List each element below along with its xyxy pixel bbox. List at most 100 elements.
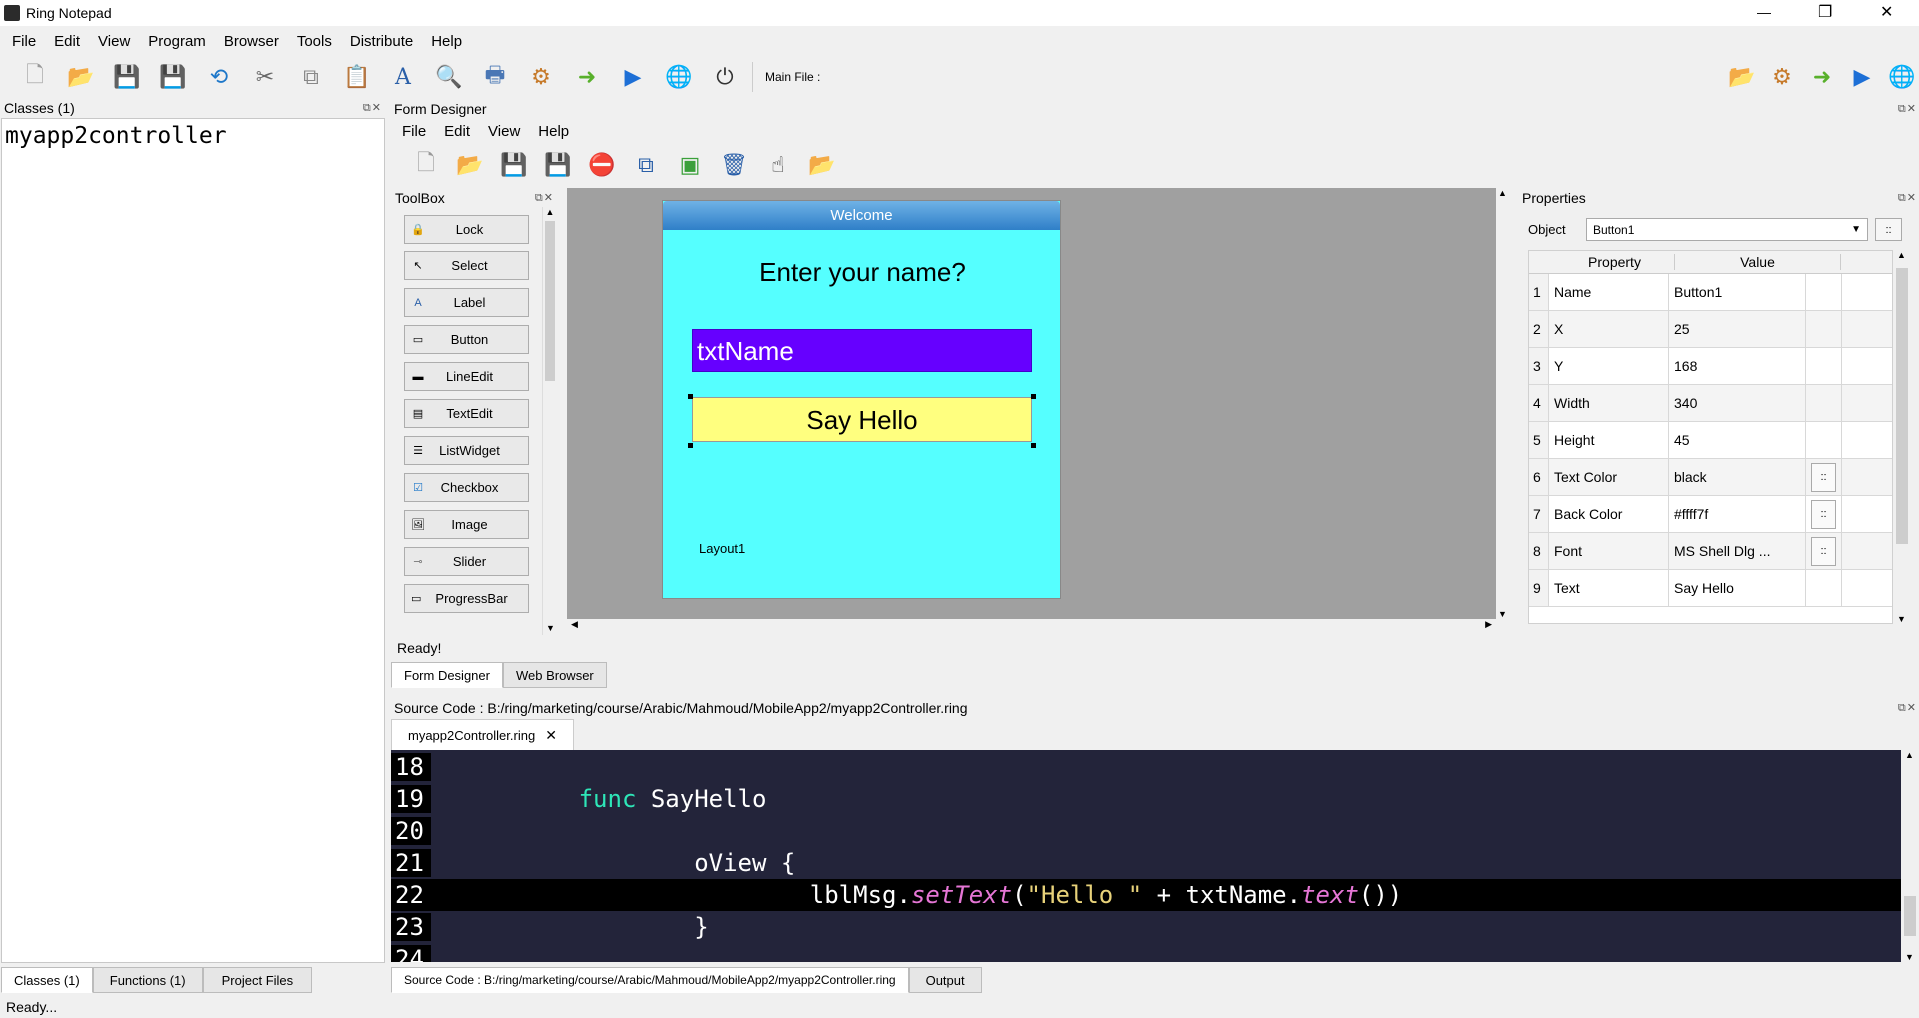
dock-buttons[interactable]: ⧉✕ bbox=[1898, 191, 1917, 205]
code-line[interactable]: 21 oView { bbox=[391, 847, 1901, 879]
menu-file[interactable]: File bbox=[3, 33, 45, 50]
tab-classes[interactable]: Classes (1) bbox=[1, 967, 93, 993]
menu-edit[interactable]: Edit bbox=[45, 33, 89, 50]
code-line[interactable]: 18 bbox=[391, 751, 1901, 783]
tool-label[interactable]: A Label bbox=[404, 288, 529, 317]
resize-handle[interactable] bbox=[1031, 394, 1036, 399]
code-line[interactable]: 20 bbox=[391, 815, 1901, 847]
play-icon[interactable]: ▶ bbox=[1845, 60, 1879, 94]
menu-distribute[interactable]: Distribute bbox=[341, 33, 422, 50]
settings-icon[interactable]: ⚙ bbox=[1765, 60, 1799, 94]
fd-menu-view[interactable]: View bbox=[479, 123, 529, 140]
property-value[interactable]: 45 bbox=[1669, 422, 1806, 458]
stop-icon[interactable]: ⛔ bbox=[585, 148, 619, 182]
copy-icon[interactable]: ⧉ bbox=[294, 60, 328, 94]
web-globe-icon[interactable]: 🌐 bbox=[1885, 60, 1919, 94]
code-line[interactable]: 23 } bbox=[391, 911, 1901, 943]
dock-buttons[interactable]: ⧉✕ bbox=[535, 191, 554, 205]
menu-view[interactable]: View bbox=[89, 33, 139, 50]
tab-functions[interactable]: Functions (1) bbox=[92, 967, 203, 993]
delete-icon[interactable]: 🗑 bbox=[717, 148, 751, 182]
form-window[interactable]: Welcome Enter your name? txtName Say Hel… bbox=[662, 200, 1061, 599]
tool-image[interactable]: 🖼 Image bbox=[404, 510, 529, 539]
save-as-icon[interactable]: 💾 bbox=[156, 60, 190, 94]
code-editor[interactable]: 18 19 func SayHello 20 21 oView {22 lblMsg.… bbox=[391, 750, 1901, 962]
tab-output[interactable]: Output bbox=[908, 967, 982, 993]
property-value[interactable]: 25 bbox=[1669, 311, 1806, 347]
bring-front-icon[interactable]: ▣ bbox=[673, 148, 707, 182]
fd-menu-help[interactable]: Help bbox=[529, 123, 578, 140]
property-value[interactable]: 168 bbox=[1669, 348, 1806, 384]
open-project-icon[interactable]: 📂 bbox=[805, 148, 839, 182]
fd-menu-edit[interactable]: Edit bbox=[435, 123, 479, 140]
layout-label[interactable]: Layout1 bbox=[699, 541, 745, 556]
dock-buttons[interactable]: ⧉✕ bbox=[363, 101, 382, 115]
resize-handle[interactable] bbox=[688, 394, 693, 399]
tool-progressbar[interactable]: ▭ ProgressBar bbox=[404, 584, 529, 613]
settings-icon[interactable]: ⚙ bbox=[524, 60, 558, 94]
close-button[interactable]: ✕ bbox=[1880, 2, 1893, 22]
hand-pointer-icon[interactable]: ☝ bbox=[761, 148, 795, 182]
property-value[interactable]: Button1 bbox=[1669, 274, 1806, 310]
property-picker-button[interactable]: :: bbox=[1811, 536, 1836, 566]
menu-help[interactable]: Help bbox=[422, 33, 471, 50]
form-label[interactable]: Enter your name? bbox=[663, 257, 1062, 288]
property-row[interactable]: 1 Name Button1 bbox=[1529, 274, 1892, 311]
code-line[interactable]: 22 lblMsg.setText("Hello " + txtName.tex… bbox=[391, 879, 1901, 911]
property-row[interactable]: 3 Y 168 bbox=[1529, 348, 1892, 385]
duplicate-icon[interactable]: ⧉ bbox=[629, 148, 663, 182]
property-value[interactable]: 340 bbox=[1669, 385, 1806, 421]
web-globe-icon[interactable]: 🌐 bbox=[662, 60, 696, 94]
object-combobox[interactable]: Button1 ▼ bbox=[1586, 218, 1868, 241]
property-row[interactable]: 8 Font MS Shell Dlg ...:: bbox=[1529, 533, 1892, 570]
property-value[interactable]: #ffff7f bbox=[1669, 496, 1806, 532]
find-icon[interactable]: 🔍 bbox=[432, 60, 466, 94]
tool-textedit[interactable]: ▤ TextEdit bbox=[404, 399, 529, 428]
tab-form-designer[interactable]: Form Designer bbox=[391, 662, 503, 688]
code-line[interactable]: 19 func SayHello bbox=[391, 783, 1901, 815]
paste-icon[interactable]: 📋 bbox=[340, 60, 374, 94]
maximize-button[interactable]: ❐ bbox=[1818, 2, 1832, 22]
property-value[interactable]: black bbox=[1669, 459, 1806, 495]
minimize-button[interactable]: — bbox=[1757, 4, 1771, 20]
close-tab-icon[interactable]: ✕ bbox=[545, 727, 557, 744]
form-textbox[interactable]: txtName bbox=[692, 329, 1032, 372]
tool-lock[interactable]: 🔒 Lock bbox=[404, 215, 529, 244]
resize-handle[interactable] bbox=[688, 443, 693, 448]
new-file-icon[interactable]: 🗋 bbox=[18, 60, 52, 94]
tool-slider[interactable]: ⊸ Slider bbox=[404, 547, 529, 576]
tool-select[interactable]: ↖ Select bbox=[404, 251, 529, 280]
property-row[interactable]: 9 Text Say Hello bbox=[1529, 570, 1892, 607]
canvas-hscrollbar[interactable]: ◀ ▶ bbox=[567, 619, 1496, 633]
open-form-icon[interactable]: 📂 bbox=[453, 148, 487, 182]
property-row[interactable]: 5 Height 45 bbox=[1529, 422, 1892, 459]
fd-menu-file[interactable]: File bbox=[393, 123, 435, 140]
font-icon[interactable]: A bbox=[386, 60, 420, 94]
power-icon[interactable]: ⏻ bbox=[708, 60, 742, 94]
code-line[interactable]: 24 bbox=[391, 943, 1901, 962]
open-folder-icon[interactable]: 📂 bbox=[64, 60, 98, 94]
resize-handle[interactable] bbox=[1031, 443, 1036, 448]
save-form-as-icon[interactable]: 💾 bbox=[541, 148, 575, 182]
tool-checkbox[interactable]: ☑ Checkbox bbox=[404, 473, 529, 502]
run-arrow-icon[interactable]: ➜ bbox=[1805, 60, 1839, 94]
tool-listwidget[interactable]: ☰ ListWidget bbox=[404, 436, 529, 465]
save-form-icon[interactable]: 💾 bbox=[497, 148, 531, 182]
run-arrow-icon[interactable]: ➜ bbox=[570, 60, 604, 94]
dock-buttons[interactable]: ⧉✕ bbox=[1898, 701, 1917, 715]
tab-project-files[interactable]: Project Files bbox=[202, 967, 313, 993]
property-row[interactable]: 7 Back Color #ffff7f:: bbox=[1529, 496, 1892, 533]
cut-icon[interactable]: ✂ bbox=[248, 60, 282, 94]
property-picker-button[interactable]: :: bbox=[1811, 499, 1836, 529]
tab-web-browser[interactable]: Web Browser bbox=[502, 662, 607, 688]
code-vscrollbar[interactable]: ▲ ▼ bbox=[1901, 750, 1919, 962]
tool-button[interactable]: ▭ Button bbox=[404, 325, 529, 354]
new-form-icon[interactable]: 🗋 bbox=[409, 148, 443, 182]
form-button[interactable]: Say Hello bbox=[692, 397, 1032, 442]
property-row[interactable]: 4 Width 340 bbox=[1529, 385, 1892, 422]
property-value[interactable]: MS Shell Dlg ... bbox=[1669, 533, 1806, 569]
play-icon[interactable]: ▶ bbox=[616, 60, 650, 94]
property-row[interactable]: 6 Text Color black:: bbox=[1529, 459, 1892, 496]
menu-browser[interactable]: Browser bbox=[215, 33, 288, 50]
tab-source-code[interactable]: Source Code : B:/ring/marketing/course/A… bbox=[391, 967, 909, 993]
